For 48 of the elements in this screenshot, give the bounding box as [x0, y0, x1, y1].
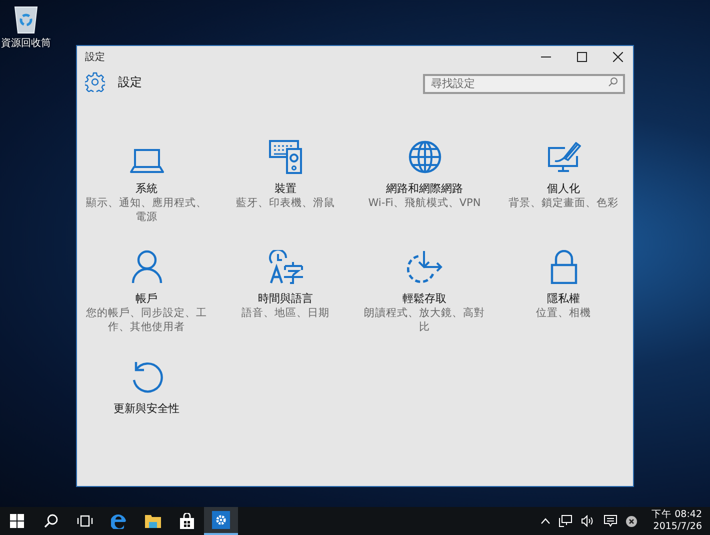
windows-logo-icon[interactable]	[10, 514, 24, 528]
category-title[interactable]: 時間與語言	[258, 292, 313, 306]
close-icon[interactable]	[613, 52, 623, 62]
category-description: 位置、相機	[535, 306, 592, 320]
category-description: 背景、鎖定畫面、色彩	[508, 196, 620, 210]
category-title[interactable]: 個人化	[547, 182, 580, 196]
category-description: 語音、地區、日期	[240, 306, 330, 320]
maximize-icon[interactable]	[577, 52, 587, 62]
category-description: 您的帳戶、同步設定、工作、其他使用者	[85, 306, 208, 334]
gear-icon	[85, 72, 105, 92]
speaker-icon[interactable]	[580, 515, 595, 527]
shopping-bag-icon[interactable]	[179, 512, 195, 530]
search-icon[interactable]	[44, 514, 58, 528]
category-description: Wi-Fi、飛航模式、VPN	[367, 196, 482, 210]
folder-icon[interactable]	[144, 513, 162, 529]
category-title[interactable]: 輕鬆存取	[402, 292, 446, 306]
category-title[interactable]: 裝置	[274, 182, 296, 196]
category-title[interactable]: 系統	[136, 182, 158, 196]
clock-character-icon[interactable]	[268, 250, 304, 284]
recycle-bin-icon[interactable]	[12, 4, 40, 34]
task-view-icon[interactable]	[77, 515, 93, 527]
category-title[interactable]: 更新與安全性	[114, 402, 180, 416]
circled-x-icon[interactable]	[626, 516, 637, 526]
search-field[interactable]: 尋找設定	[423, 74, 625, 94]
category-description: 顯示、通知、應用程式、電源	[85, 196, 208, 224]
desktop-icon-label[interactable]: 資源回收筒	[1, 36, 51, 50]
letter-e-icon[interactable]	[111, 513, 127, 529]
monitor-brush-icon[interactable]	[546, 142, 580, 174]
keyboard-speaker-icon[interactable]	[268, 140, 302, 174]
network-icon[interactable]	[558, 515, 572, 527]
person-icon[interactable]	[130, 250, 162, 284]
category-description: 藍牙、印表機、滑鼠	[235, 196, 336, 210]
lock-icon[interactable]	[550, 250, 578, 284]
laptop-icon[interactable]	[130, 148, 164, 174]
dashed-circle-arrow-icon[interactable]	[406, 250, 442, 284]
message-icon[interactable]	[604, 515, 617, 527]
settings-icon[interactable]	[212, 511, 230, 529]
taskbar-button[interactable]	[204, 507, 238, 535]
clock-time[interactable]: 下午 08:42	[652, 509, 702, 521]
category-title[interactable]: 網路和網際網路	[386, 182, 463, 196]
clock-date[interactable]: 2015/7/26	[653, 521, 702, 533]
category-title[interactable]: 帳戶	[136, 292, 158, 306]
window-title: 設定	[85, 50, 105, 64]
caret-up-icon[interactable]	[540, 518, 550, 524]
category-description: 朗讀程式、放大鏡、高對比	[363, 306, 486, 334]
globe-icon[interactable]	[408, 140, 442, 174]
page-heading: 設定	[118, 74, 142, 90]
category-title[interactable]: 隱私權	[547, 292, 580, 306]
